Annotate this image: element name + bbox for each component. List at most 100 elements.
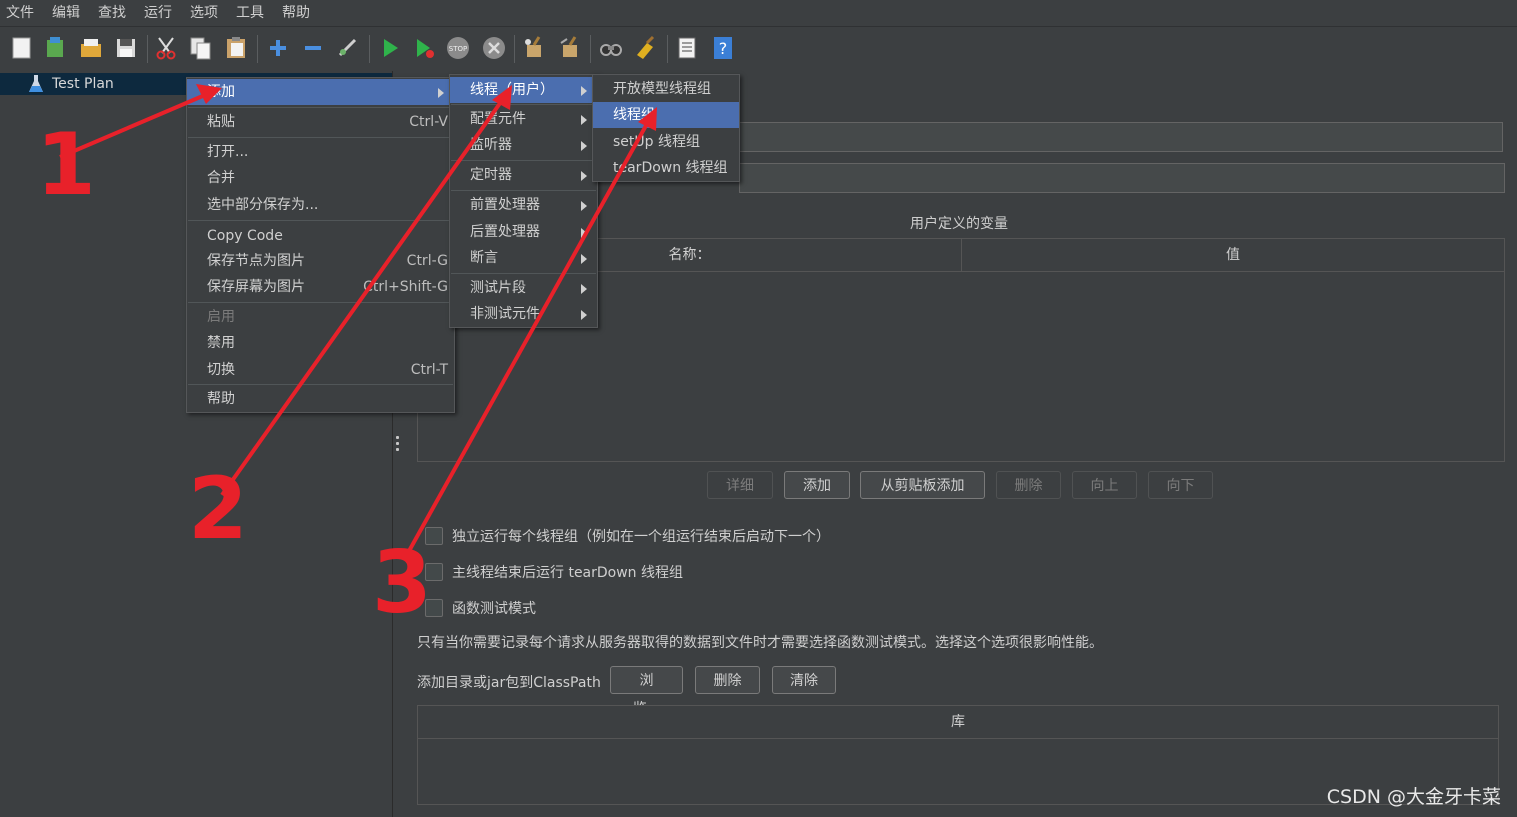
collapse-icon[interactable] bbox=[300, 35, 326, 61]
menu-item-save-screen-image[interactable]: 保存屏幕为图片 Ctrl+Shift-G bbox=[187, 274, 454, 300]
menu-help[interactable]: 帮助 bbox=[276, 0, 322, 26]
submenu-arrow-icon bbox=[581, 86, 587, 96]
classpath-label: 添加目录或jar包到ClassPath bbox=[417, 675, 601, 691]
function-helper-icon[interactable] bbox=[674, 35, 700, 61]
add-from-clipboard-button[interactable]: 从剪贴板添加 bbox=[860, 471, 985, 499]
submenu-item-threads[interactable]: 线程（用户） bbox=[450, 77, 597, 103]
clear-icon[interactable] bbox=[521, 35, 547, 61]
menu-item-label: Copy Code bbox=[207, 228, 283, 244]
checkbox-label: 函数测试模式 bbox=[452, 601, 536, 617]
menu-item-save-node-image[interactable]: 保存节点为图片 Ctrl-G bbox=[187, 248, 454, 274]
comments-field[interactable] bbox=[739, 163, 1505, 193]
menu-item-label: 开放模型线程组 bbox=[613, 81, 711, 97]
submenu-arrow-icon bbox=[581, 228, 587, 238]
svg-text:STOP: STOP bbox=[449, 45, 467, 53]
paste-icon[interactable] bbox=[223, 35, 249, 61]
menu-file[interactable]: 文件 bbox=[0, 0, 46, 26]
toggle-icon[interactable] bbox=[335, 35, 361, 61]
menu-item-copy-code[interactable]: Copy Code bbox=[187, 223, 454, 249]
menu-search[interactable]: 查找 bbox=[92, 0, 138, 26]
run-groups-consecutively-checkbox[interactable]: 独立运行每个线程组（例如在一个组运行结束后启动下一个） bbox=[425, 526, 830, 546]
reset-search-icon[interactable] bbox=[633, 35, 659, 61]
templates-icon[interactable] bbox=[42, 35, 68, 61]
menu-item-shortcut: Ctrl-G bbox=[406, 253, 448, 269]
menu-item-disable[interactable]: 禁用 bbox=[187, 330, 454, 356]
move-up-button[interactable]: 向上 bbox=[1072, 471, 1137, 499]
submenu-item-test-fragment[interactable]: 测试片段 bbox=[450, 275, 597, 301]
col-library-header[interactable]: 库 bbox=[418, 706, 1498, 738]
menu-run[interactable]: 运行 bbox=[138, 0, 184, 26]
col-value-header[interactable]: 值 bbox=[962, 239, 1504, 271]
search-icon[interactable] bbox=[598, 35, 624, 61]
classpath-delete-button[interactable]: 删除 bbox=[695, 666, 760, 694]
cut-icon[interactable] bbox=[153, 35, 179, 61]
menu-bar: 文件 编辑 查找 运行 选项 工具 帮助 bbox=[0, 0, 1517, 26]
start-icon[interactable] bbox=[377, 35, 403, 61]
copy-icon[interactable] bbox=[188, 35, 214, 61]
menu-item-label: 前置处理器 bbox=[470, 197, 540, 213]
menu-options[interactable]: 选项 bbox=[184, 0, 230, 26]
menu-item-label: 添加 bbox=[207, 84, 235, 100]
teardown-after-shutdown-checkbox[interactable]: 主线程结束后运行 tearDown 线程组 bbox=[425, 562, 683, 582]
move-down-button[interactable]: 向下 bbox=[1148, 471, 1213, 499]
user-vars-title: 用户定义的变量 bbox=[910, 216, 1008, 232]
step-1-label: 1 bbox=[36, 115, 96, 215]
menu-item-label: 启用 bbox=[207, 309, 235, 325]
submenu-item-assertion[interactable]: 断言 bbox=[450, 245, 597, 271]
browse-button[interactable]: 浏览... bbox=[610, 666, 683, 717]
expand-icon[interactable] bbox=[265, 35, 291, 61]
start-no-pause-icon[interactable] bbox=[411, 35, 437, 61]
menu-item-help[interactable]: 帮助 bbox=[187, 386, 454, 412]
menu-item-save-selection[interactable]: 选中部分保存为... bbox=[187, 192, 454, 218]
classpath-clear-button[interactable]: 清除 bbox=[772, 666, 836, 694]
menu-item-enable[interactable]: 启用 bbox=[187, 304, 454, 330]
menu-item-add[interactable]: 添加 bbox=[187, 79, 454, 105]
submenu-item-preprocessor[interactable]: 前置处理器 bbox=[450, 192, 597, 218]
menu-item-open[interactable]: 打开... bbox=[187, 139, 454, 165]
menu-item-label: tearDown 线程组 bbox=[613, 160, 728, 176]
submenu-item-teardown-thread-group[interactable]: tearDown 线程组 bbox=[593, 155, 739, 181]
submenu-item-listener[interactable]: 监听器 bbox=[450, 132, 597, 158]
open-icon[interactable] bbox=[78, 35, 104, 61]
submenu-item-config[interactable]: 配置元件 bbox=[450, 106, 597, 132]
stop-icon[interactable]: STOP bbox=[445, 35, 471, 61]
splitter-grip-icon[interactable] bbox=[396, 436, 400, 454]
submenu-item-open-model-thread-group[interactable]: 开放模型线程组 bbox=[593, 76, 739, 102]
clear-all-icon[interactable] bbox=[557, 35, 583, 61]
submenu-arrow-icon bbox=[581, 201, 587, 211]
menu-item-label: 粘贴 bbox=[207, 114, 235, 130]
add-button[interactable]: 添加 bbox=[784, 471, 850, 499]
submenu-arrow-icon bbox=[581, 284, 587, 294]
shutdown-icon[interactable] bbox=[481, 35, 507, 61]
submenu-item-timer[interactable]: 定时器 bbox=[450, 162, 597, 188]
menu-item-merge[interactable]: 合并 bbox=[187, 165, 454, 191]
context-menu: 添加 粘贴 Ctrl-V 打开... 合并 选中部分保存为... Copy Cod… bbox=[186, 77, 455, 413]
delete-button[interactable]: 删除 bbox=[996, 471, 1061, 499]
menu-item-label: setUp 线程组 bbox=[613, 134, 700, 150]
functional-test-mode-checkbox[interactable]: 函数测试模式 bbox=[425, 598, 536, 618]
submenu-item-non-test[interactable]: 非测试元件 bbox=[450, 301, 597, 327]
menu-edit[interactable]: 编辑 bbox=[46, 0, 92, 26]
save-icon[interactable] bbox=[113, 35, 139, 61]
submenu-arrow-icon bbox=[581, 115, 587, 125]
submenu-arrow-icon bbox=[581, 310, 587, 320]
new-icon[interactable] bbox=[9, 35, 35, 61]
name-field[interactable] bbox=[739, 122, 1503, 152]
help-icon[interactable]: ? bbox=[710, 35, 736, 61]
menu-item-label: 保存节点为图片 bbox=[207, 253, 305, 269]
test-plan-icon bbox=[29, 75, 43, 92]
submenu-item-thread-group[interactable]: 线程组 bbox=[593, 102, 739, 128]
submenu-arrow-icon bbox=[581, 171, 587, 181]
menu-item-shortcut: Ctrl-T bbox=[410, 362, 448, 378]
menu-item-paste[interactable]: 粘贴 Ctrl-V bbox=[187, 109, 454, 135]
menu-item-shortcut: Ctrl-V bbox=[409, 114, 448, 130]
submenu-item-postprocessor[interactable]: 后置处理器 bbox=[450, 219, 597, 245]
menu-item-label: 定时器 bbox=[470, 167, 512, 183]
menu-item-toggle[interactable]: 切换 Ctrl-T bbox=[187, 357, 454, 383]
detail-button[interactable]: 详细 bbox=[707, 471, 773, 499]
svg-text:?: ? bbox=[719, 39, 728, 58]
menu-tools[interactable]: 工具 bbox=[230, 0, 276, 26]
step-2-label: 2 bbox=[188, 459, 248, 559]
submenu-item-setup-thread-group[interactable]: setUp 线程组 bbox=[593, 129, 739, 155]
checkbox-label: 主线程结束后运行 tearDown 线程组 bbox=[452, 565, 684, 581]
